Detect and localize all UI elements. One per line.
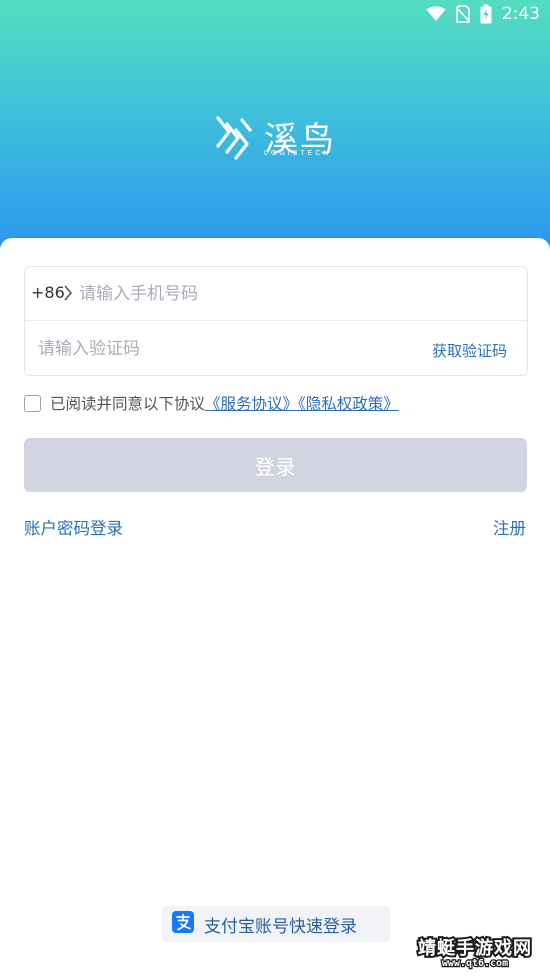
alipay-login-label: 支付宝账号快速登录 bbox=[204, 916, 357, 937]
get-code-button[interactable]: 获取验证码 bbox=[432, 340, 507, 361]
chevron-right-icon[interactable] bbox=[63, 285, 73, 305]
no-sim-icon bbox=[455, 5, 470, 23]
status-time: 2:43 bbox=[501, 4, 540, 24]
agreement-checkbox[interactable] bbox=[24, 394, 41, 412]
agreement-text: 已阅读并同意以下协议 bbox=[50, 395, 206, 413]
alipay-login-button[interactable]: 支付宝账号快速登录 bbox=[162, 906, 390, 942]
wifi-icon bbox=[426, 6, 446, 22]
agreement-row: 已阅读并同意以下协议 《服务协议》《隐私权政策》 bbox=[24, 392, 399, 414]
watermark: 靖蜓手游戏网 www.qt6.com bbox=[410, 934, 540, 974]
register-link[interactable]: 注册 bbox=[493, 515, 526, 539]
brand-subtitle: LOGISTECH bbox=[264, 150, 332, 157]
battery-charging-icon bbox=[480, 4, 492, 24]
agreement-links[interactable]: 《服务协议》《隐私权政策》 bbox=[205, 392, 399, 414]
brand-logo: 溪鸟 LOGISTECH bbox=[212, 112, 342, 164]
phone-input[interactable] bbox=[79, 282, 379, 306]
code-row: 获取验证码 bbox=[25, 321, 527, 375]
account-password-login-link[interactable]: 账户密码登录 bbox=[24, 515, 123, 539]
login-input-group: +86 获取验证码 bbox=[24, 266, 528, 376]
country-code[interactable]: +86 bbox=[31, 283, 65, 302]
alipay-icon bbox=[172, 911, 194, 937]
status-bar: 2:43 bbox=[0, 0, 550, 30]
logo-chevron-icon bbox=[212, 114, 256, 166]
verification-code-input[interactable] bbox=[38, 337, 338, 361]
login-button[interactable]: 登录 bbox=[24, 438, 527, 492]
watermark-title: 靖蜓手游戏网 bbox=[416, 936, 533, 961]
phone-row: +86 bbox=[25, 267, 527, 320]
header-banner: 2:43 溪鸟 LOGISTECH bbox=[0, 0, 550, 260]
